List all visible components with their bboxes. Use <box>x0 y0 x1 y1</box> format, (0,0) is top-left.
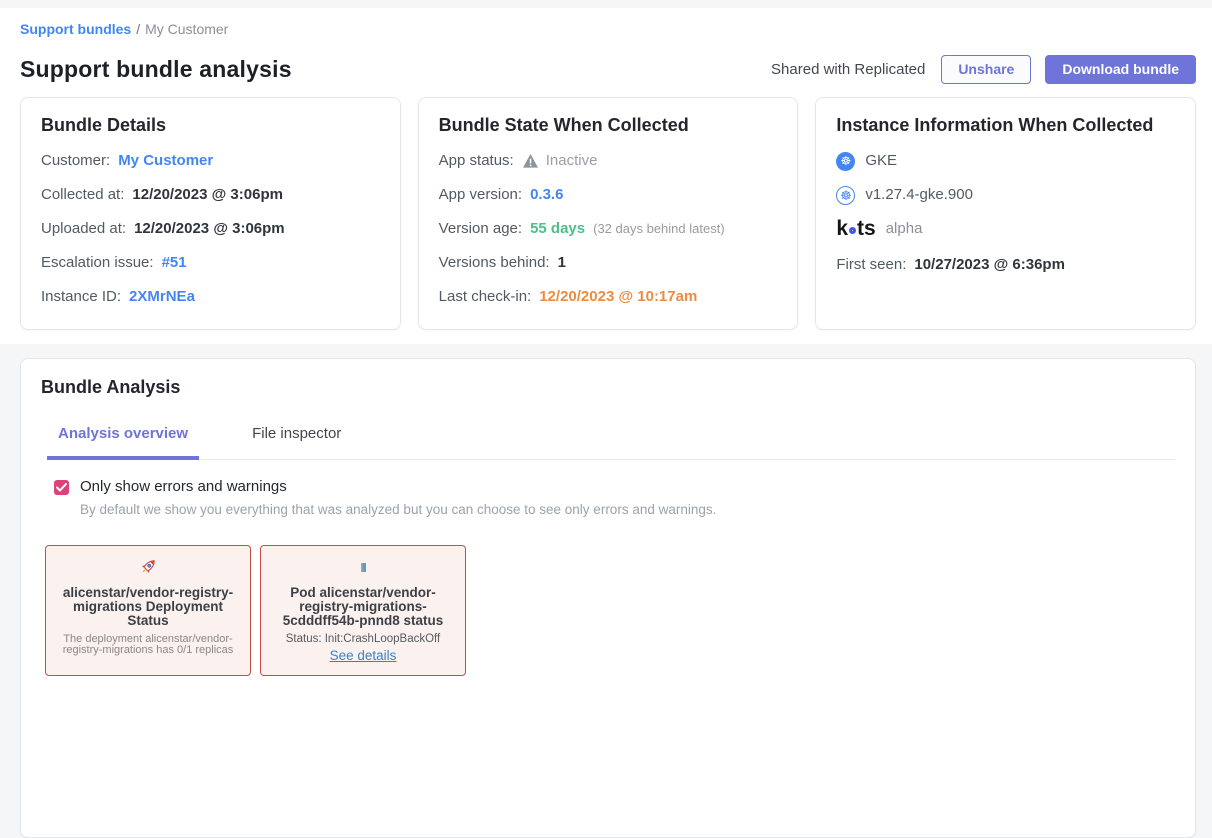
filter-row: Only show errors and warnings By default… <box>54 477 1175 517</box>
version-age-label: Version age: <box>439 219 522 239</box>
collected-at-value: 12/20/2023 @ 3:06pm <box>132 185 283 205</box>
rocket-icon <box>56 555 240 579</box>
issue-title: Pod alicenstar/vendor-registry-migration… <box>271 586 455 628</box>
warning-icon <box>522 153 539 169</box>
escalation-issue-link[interactable]: #51 <box>162 253 187 273</box>
uploaded-at-label: Uploaded at: <box>41 219 126 239</box>
versions-behind-row: Versions behind: 1 <box>439 253 778 273</box>
gke-icon: ☸ <box>836 152 855 171</box>
issue-status: Status: Init:CrashLoopBackOff <box>271 633 455 645</box>
pod-icon <box>271 555 455 579</box>
customer-link[interactable]: My Customer <box>118 151 213 171</box>
last-checkin-label: Last check-in: <box>439 287 532 307</box>
app-status-label: App status: <box>439 151 514 171</box>
app-status-row: App status: Inactive <box>439 151 778 171</box>
breadcrumb: Support bundles / My Customer <box>20 21 1196 37</box>
kots-version: alpha <box>886 219 923 239</box>
filter-label[interactable]: Only show errors and warnings <box>80 477 716 497</box>
page-title: Support bundle analysis <box>20 56 292 83</box>
bundle-state-title: Bundle State When Collected <box>439 115 778 136</box>
versions-behind-value: 1 <box>558 253 566 273</box>
bundle-analysis-title: Bundle Analysis <box>41 377 1175 398</box>
kots-logo-o <box>849 227 856 234</box>
filter-text-block: Only show errors and warnings By default… <box>80 477 716 517</box>
version-age-note: (32 days behind latest) <box>593 219 725 239</box>
kubernetes-icon: ☸ <box>836 186 855 205</box>
info-cards-row: Bundle Details Customer: My Customer Col… <box>20 97 1196 330</box>
collected-at-label: Collected at: <box>41 185 124 205</box>
analysis-tabs: Analysis overview File inspector <box>47 425 1175 460</box>
issue-detail: The deployment alicenstar/vendor-registr… <box>56 634 240 656</box>
only-errors-checkbox[interactable] <box>54 480 69 495</box>
kots-logo: kts <box>836 219 875 239</box>
issue-card-pod-status: Pod alicenstar/vendor-registry-migration… <box>260 545 466 676</box>
first-seen-label: First seen: <box>836 255 906 275</box>
last-checkin-row: Last check-in: 12/20/2023 @ 10:17am <box>439 287 778 307</box>
escalation-issue-label: Escalation issue: <box>41 253 154 273</box>
issue-card-deployment: alicenstar/vendor-registry-migrations De… <box>45 545 251 676</box>
bundle-details-card: Bundle Details Customer: My Customer Col… <box>20 97 401 330</box>
instance-id-link[interactable]: 2XMrNEa <box>129 287 195 307</box>
app-version-row: App version: 0.3.6 <box>439 185 778 205</box>
instance-id-label: Instance ID: <box>41 287 121 307</box>
k8s-version-value: v1.27.4-gke.900 <box>865 185 973 205</box>
distribution-value: GKE <box>865 151 897 171</box>
kots-row: kts alpha <box>836 219 1175 239</box>
tab-analysis-overview[interactable]: Analysis overview <box>47 425 199 460</box>
first-seen-value: 10/27/2023 @ 6:36pm <box>914 255 1065 275</box>
shared-status-text: Shared with Replicated <box>771 61 925 78</box>
instance-info-card: Instance Information When Collected ☸ GK… <box>815 97 1196 330</box>
page-header-row: Support bundle analysis Shared with Repl… <box>20 54 1196 84</box>
bundle-analysis-card: Bundle Analysis Analysis overview File i… <box>20 358 1196 838</box>
issues-row: alicenstar/vendor-registry-migrations De… <box>45 545 1175 676</box>
bundle-details-title: Bundle Details <box>41 115 380 136</box>
app-version-link[interactable]: 0.3.6 <box>530 185 563 205</box>
page-header-section: Support bundles / My Customer Support bund… <box>0 8 1212 344</box>
see-details-link[interactable]: See details <box>330 648 397 663</box>
instance-info-title: Instance Information When Collected <box>836 115 1175 136</box>
versions-behind-label: Versions behind: <box>439 253 550 273</box>
app-version-label: App version: <box>439 185 522 205</box>
collected-at-row: Collected at: 12/20/2023 @ 3:06pm <box>41 185 380 205</box>
breadcrumb-separator: / <box>136 21 140 37</box>
instance-id-row: Instance ID: 2XMrNEa <box>41 287 380 307</box>
version-age-row: Version age: 55 days (32 days behind lat… <box>439 219 778 239</box>
bundle-state-card: Bundle State When Collected App status: … <box>418 97 799 330</box>
last-checkin-value: 12/20/2023 @ 10:17am <box>539 287 697 307</box>
filter-description: By default we show you everything that w… <box>80 502 716 517</box>
tab-file-inspector[interactable]: File inspector <box>241 425 352 459</box>
first-seen-row: First seen: 10/27/2023 @ 6:36pm <box>836 255 1175 275</box>
uploaded-at-value: 12/20/2023 @ 3:06pm <box>134 219 285 239</box>
version-age-value: 55 days <box>530 219 585 239</box>
breadcrumb-current: My Customer <box>145 21 228 37</box>
unshare-button[interactable]: Unshare <box>941 55 1031 84</box>
breadcrumb-link-support-bundles[interactable]: Support bundles <box>20 21 131 37</box>
issue-title: alicenstar/vendor-registry-migrations De… <box>56 586 240 628</box>
k8s-version-row: ☸ v1.27.4-gke.900 <box>836 185 1175 205</box>
header-actions: Shared with Replicated Unshare Download … <box>771 55 1196 84</box>
app-status-value: Inactive <box>546 151 598 171</box>
customer-label: Customer: <box>41 151 110 171</box>
download-bundle-button[interactable]: Download bundle <box>1045 55 1196 84</box>
escalation-issue-row: Escalation issue: #51 <box>41 253 380 273</box>
uploaded-at-row: Uploaded at: 12/20/2023 @ 3:06pm <box>41 219 380 239</box>
customer-row: Customer: My Customer <box>41 151 380 171</box>
distribution-row: ☸ GKE <box>836 151 1175 171</box>
